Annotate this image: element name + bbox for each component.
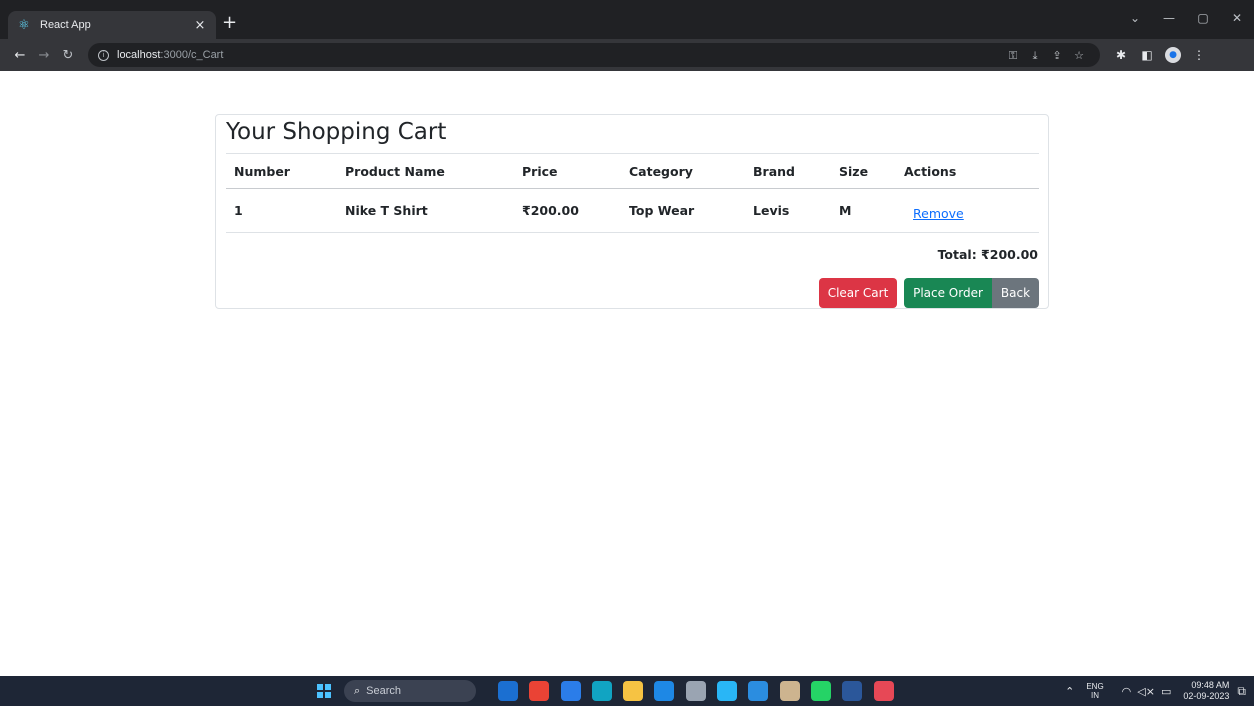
system-tray: ⌃ ENG IN ◠ ◁× ▭ 09:48 AM 02-09-2023 ⧉ — [1065, 676, 1254, 706]
key-icon[interactable]: ⚿ — [1002, 50, 1024, 61]
settings-icon[interactable] — [685, 681, 706, 701]
browser-tabstrip: ⚛ React App × + ⌄ — ▢ ✕ — [0, 0, 1254, 39]
gear-app-icon[interactable] — [779, 681, 800, 701]
forward-arrow-icon[interactable]: → — [32, 49, 56, 62]
cell-actions: Remove — [896, 189, 1039, 233]
cell-price: ₹200.00 — [522, 203, 579, 218]
snipping-icon[interactable] — [873, 681, 894, 701]
notification-icon[interactable]: ⧉ — [1237, 684, 1246, 699]
word-icon[interactable] — [842, 681, 863, 701]
menu-dots-icon[interactable]: ⋮ — [1186, 49, 1212, 61]
clock[interactable]: 09:48 AM 02-09-2023 — [1183, 680, 1229, 702]
chevron-up-icon[interactable]: ⌃ — [1065, 685, 1074, 698]
remove-link[interactable]: Remove — [913, 206, 964, 221]
cart-table: Number Product Name Price Category Brand… — [226, 153, 1039, 233]
window-controls: ⌄ — ▢ ✕ — [1118, 12, 1254, 24]
tab-title: React App — [40, 19, 91, 31]
profile-avatar[interactable]: ● — [1165, 47, 1181, 63]
cart-card: Your Shopping Cart Number Product Name P… — [215, 114, 1049, 309]
search-label: Search — [366, 685, 402, 697]
cell-category: Top Wear — [629, 203, 695, 218]
col-product-name: Product Name — [345, 163, 445, 179]
browser-tab[interactable]: ⚛ React App × — [8, 11, 216, 39]
file-explorer-icon[interactable] — [623, 681, 644, 701]
whatsapp-icon[interactable] — [810, 681, 831, 701]
col-price: Price — [522, 163, 558, 179]
battery-icon: ▭ — [1160, 684, 1172, 698]
minimize-icon[interactable]: — — [1152, 12, 1186, 24]
search-icon: ⌕ — [354, 684, 361, 697]
app-l-icon[interactable] — [654, 681, 675, 701]
taskbar-search[interactable]: ⌕ Search — [344, 680, 476, 702]
reload-icon[interactable]: ↻ — [56, 49, 80, 62]
col-category: Category — [629, 163, 693, 179]
windows-start-icon[interactable] — [317, 684, 331, 698]
table-row: 1 Nike T Shirt ₹200.00 Top Wear Levis M … — [226, 189, 1039, 233]
clock-date: 02-09-2023 — [1183, 691, 1230, 701]
cell-product-name: Nike T Shirt — [345, 203, 428, 218]
page-title: Your Shopping Cart — [226, 119, 447, 145]
omnibox-actions: ⚿ ⤓ ⇪ ☆ — [1002, 50, 1090, 61]
cell-number: 1 — [234, 203, 243, 218]
react-favicon-icon: ⚛ — [18, 17, 30, 33]
maximize-icon[interactable]: ▢ — [1186, 12, 1220, 24]
site-info-icon[interactable]: i — [98, 49, 109, 61]
clear-cart-button[interactable]: Clear Cart — [819, 278, 897, 308]
col-number: Number — [234, 163, 290, 179]
bookmark-star-icon[interactable]: ☆ — [1068, 50, 1090, 61]
address-bar[interactable]: i localhost:3000/c_Cart ⚿ ⤓ ⇪ ☆ — [88, 43, 1100, 67]
cart-total: Total: ₹200.00 — [937, 247, 1038, 262]
clock-time: 09:48 AM — [1191, 680, 1230, 690]
new-tab-icon[interactable]: + — [222, 14, 237, 32]
cell-size: M — [839, 203, 852, 218]
pinned-apps — [498, 681, 905, 701]
tray-icons[interactable]: ◠ ◁× ▭ — [1116, 685, 1172, 698]
side-panel-icon[interactable]: ◧ — [1134, 49, 1160, 61]
tab-close-icon[interactable]: × — [192, 19, 208, 32]
col-actions: Actions — [904, 163, 957, 179]
place-order-button[interactable]: Place Order — [904, 278, 992, 308]
back-arrow-icon[interactable]: ← — [8, 49, 32, 62]
wifi-icon: ◠ — [1121, 684, 1132, 698]
extensions-puzzle-icon[interactable]: ✱ — [1108, 49, 1134, 61]
extension-area: ✱ ◧ ● ⋮ — [1108, 47, 1212, 63]
cell-brand: Levis — [753, 203, 790, 218]
table-header-row: Number Product Name Price Category Brand… — [226, 153, 1039, 189]
col-size: Size — [839, 163, 869, 179]
edge-icon[interactable] — [591, 681, 612, 701]
browser-toolbar: ← → ↻ i localhost:3000/c_Cart ⚿ ⤓ ⇪ ☆ ✱ … — [0, 39, 1254, 71]
vscode-icon[interactable] — [748, 681, 769, 701]
close-window-icon[interactable]: ✕ — [1220, 12, 1254, 24]
tab-search-icon[interactable]: ⌄ — [1118, 12, 1152, 24]
monitor-icon[interactable] — [717, 681, 738, 701]
chrome-icon[interactable] — [529, 681, 550, 701]
bing-icon[interactable] — [498, 681, 518, 701]
share-icon[interactable]: ⇪ — [1046, 50, 1068, 61]
install-icon[interactable]: ⤓ — [1024, 50, 1046, 61]
store-icon[interactable] — [560, 681, 581, 701]
col-brand: Brand — [753, 163, 795, 179]
speaker-muted-icon: ◁× — [1137, 684, 1155, 698]
taskbar: ⌕ Search ⌃ ENG IN ◠ ◁× ▭ 09:48 AM 02-09-… — [0, 676, 1254, 706]
back-button[interactable]: Back — [992, 278, 1039, 308]
language-indicator[interactable]: ENG IN — [1086, 682, 1103, 700]
url-text: localhost:3000/c_Cart — [117, 49, 224, 61]
